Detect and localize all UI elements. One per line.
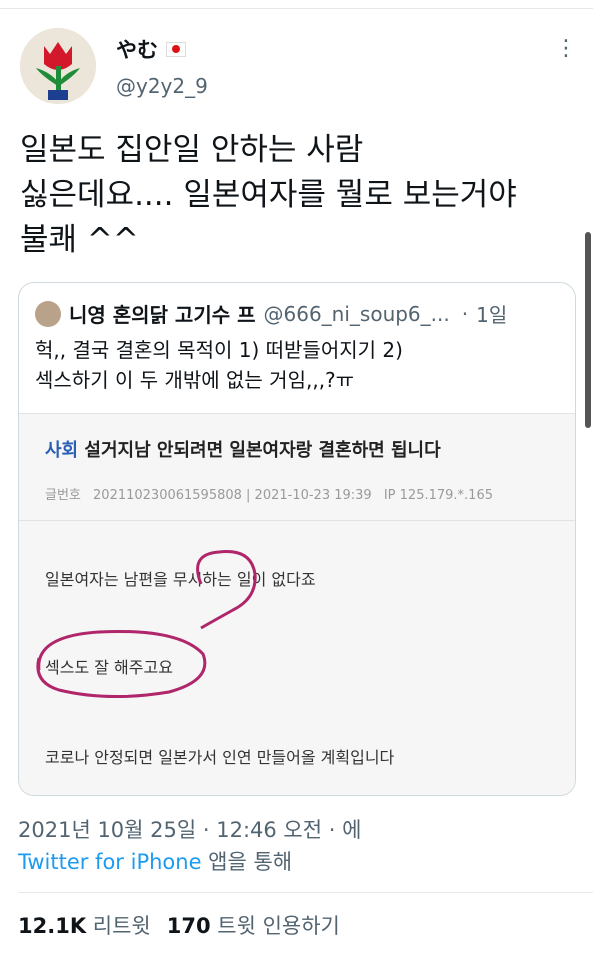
- japan-flag-icon: [166, 41, 186, 57]
- quotes-label: 트윗 인용하기: [217, 914, 340, 938]
- handdrawn-annotation-circles: [36, 549, 257, 699]
- quoted-time[interactable]: 1일: [476, 299, 507, 328]
- tweet-timestamp[interactable]: 2021년 10월 25일 · 12:46 오전 · 에: [18, 814, 361, 844]
- stats-divider: [18, 892, 593, 893]
- quoted-author-handle[interactable]: @666_ni_soup6_...: [264, 302, 450, 326]
- retweets-label: 리트윗: [92, 914, 151, 938]
- quoted-tweet-header: 니영 혼의닭 고기수 프 @666_ni_soup6_... · 1일: [35, 299, 565, 328]
- author-name-row: やむ: [116, 34, 186, 64]
- tweet-source: Twitter for iPhone 앱을 통해: [18, 846, 292, 876]
- tweet-text: 일본도 집안일 안하는 사람 싫은데요.... 일본여자를 뭘로 보는거야 불쾌…: [20, 132, 517, 258]
- retweets-count: 12.1K: [18, 914, 87, 938]
- quoted-author-name[interactable]: 니영 혼의닭 고기수 프: [69, 299, 256, 328]
- author-handle[interactable]: @y2y2_9: [116, 74, 208, 98]
- quoted-image[interactable]: 사회 설거지남 안되려면 일본여자랑 결혼하면 됩니다 글번호 20211023…: [19, 413, 575, 795]
- top-divider: [0, 8, 593, 9]
- quoted-tweet[interactable]: 니영 혼의닭 고기수 프 @666_ni_soup6_... · 1일 헉,, …: [18, 282, 576, 796]
- scrollbar[interactable]: [585, 232, 591, 428]
- separator-dot: ·: [461, 301, 469, 326]
- avatar[interactable]: [20, 28, 96, 104]
- tulip-avatar-icon: [20, 28, 96, 104]
- quotes-count: 170: [166, 914, 211, 938]
- author-name[interactable]: やむ: [116, 34, 158, 64]
- source-suffix: 앱을 통해: [201, 850, 293, 874]
- quotes-stat[interactable]: 170 트윗 인용하기: [167, 910, 340, 940]
- more-options-icon[interactable]: ⋮: [555, 38, 577, 64]
- retweets-stat[interactable]: 12.1K 리트윗: [18, 910, 151, 940]
- source-app-link[interactable]: Twitter for iPhone: [18, 850, 202, 874]
- quoted-tweet-text: 헉,, 결국 결혼의 목적이 1) 떠받들어지기 2) 섹스하기 이 두 개밖에…: [35, 338, 403, 392]
- quoted-avatar[interactable]: [35, 300, 61, 327]
- tweet-stats: 12.1K 리트윗 170 트윗 인용하기: [18, 910, 340, 940]
